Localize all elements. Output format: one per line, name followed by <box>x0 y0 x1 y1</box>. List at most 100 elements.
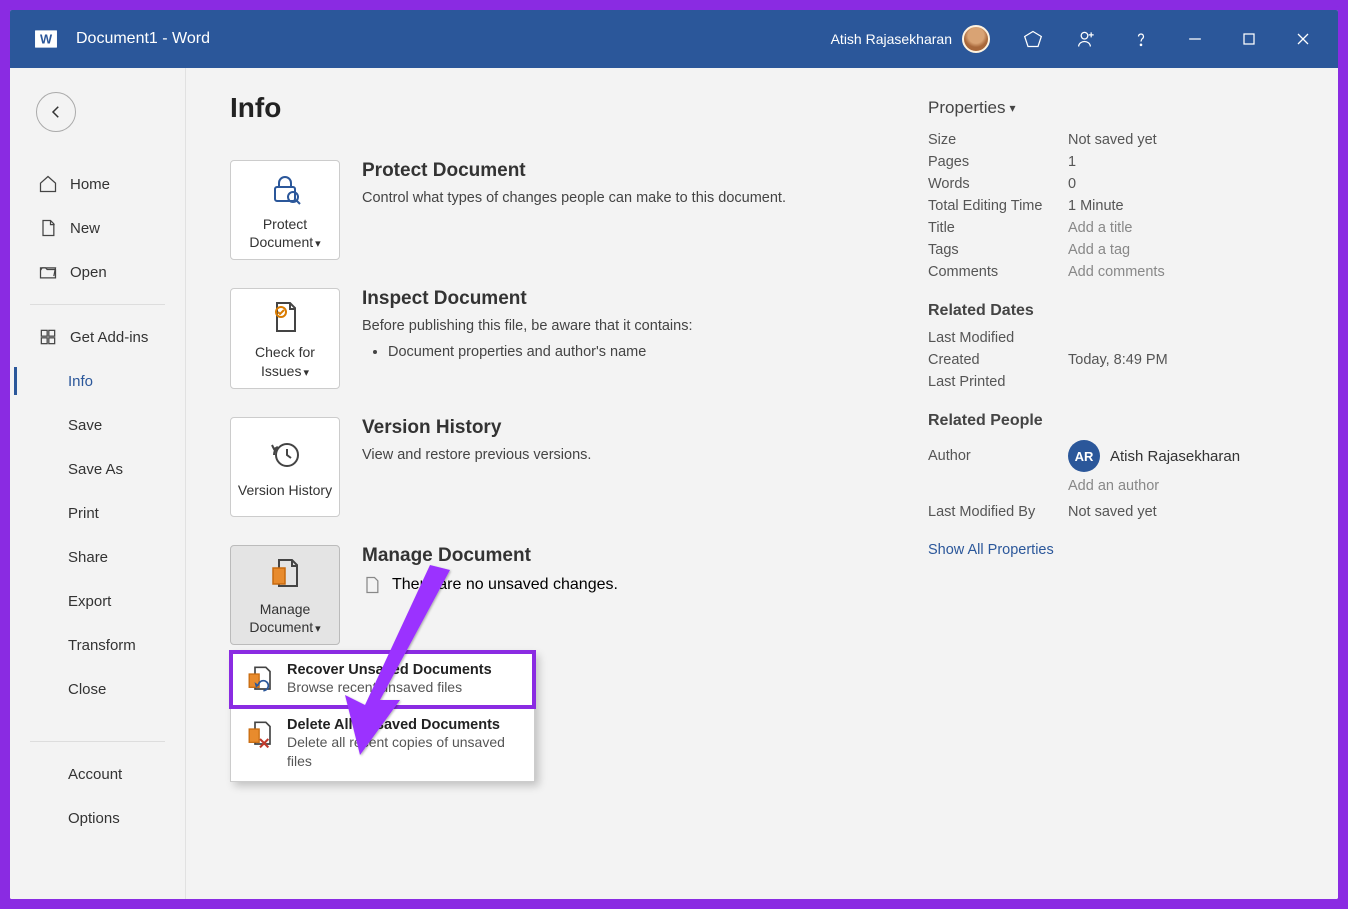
menu-item-title: Recover Unsaved Documents <box>287 662 492 678</box>
username-label: Atish Rajasekharan <box>831 31 952 47</box>
manage-desc: There are no unsaved changes. <box>392 576 618 594</box>
created-label: Created <box>928 352 1068 368</box>
pages-value: 1 <box>1068 154 1076 170</box>
sidebar-item-label: Share <box>68 549 108 566</box>
close-button[interactable] <box>1278 17 1328 61</box>
related-people-header: Related People <box>928 412 1294 430</box>
inspect-desc: Before publishing this file, be aware th… <box>362 316 910 338</box>
check-issues-button[interactable]: Check for Issues▾ <box>230 288 340 388</box>
sidebar-item-saveas[interactable]: Save As <box>10 447 185 491</box>
button-label: Version History <box>238 482 332 498</box>
tags-label: Tags <box>928 242 1068 258</box>
title-value[interactable]: Add a title <box>1068 220 1133 236</box>
protect-title: Protect Document <box>362 160 910 182</box>
premium-icon[interactable] <box>1008 17 1058 61</box>
document-check-icon <box>267 299 303 335</box>
page-title: Info <box>230 92 910 124</box>
sidebar-item-new[interactable]: New <box>10 206 185 250</box>
sidebar-item-label: Save As <box>68 461 123 478</box>
sidebar-item-open[interactable]: Open <box>10 250 185 294</box>
user-avatar[interactable] <box>962 25 990 53</box>
sidebar-item-options[interactable]: Options <box>10 796 185 840</box>
last-modified-label: Last Modified <box>928 330 1068 346</box>
recover-icon <box>245 664 275 694</box>
manage-document-menu: Recover Unsaved Documents Browse recent … <box>230 651 535 782</box>
history-icon <box>267 437 303 473</box>
author-label: Author <box>928 448 1068 464</box>
sidebar-item-label: Get Add-ins <box>70 329 148 346</box>
sidebar-item-label: Info <box>68 373 93 390</box>
sidebar-item-label: Transform <box>68 637 136 654</box>
words-label: Words <box>928 176 1068 192</box>
sidebar-item-label: Close <box>68 681 106 698</box>
size-label: Size <box>928 132 1068 148</box>
share-user-icon[interactable] <box>1062 17 1112 61</box>
svg-text:W: W <box>40 32 53 47</box>
add-author-link[interactable]: Add an author <box>1068 478 1159 494</box>
sidebar-item-label: Save <box>68 417 102 434</box>
sidebar-item-transform[interactable]: Transform <box>10 623 185 667</box>
show-all-properties-link[interactable]: Show All Properties <box>928 542 1054 558</box>
document-small-icon <box>362 575 382 595</box>
related-dates-header: Related Dates <box>928 302 1294 320</box>
sidebar-item-info[interactable]: Info <box>10 359 185 403</box>
sidebar-item-label: New <box>70 220 100 237</box>
lock-icon <box>267 171 303 207</box>
protect-document-button[interactable]: Protect Document▾ <box>230 160 340 260</box>
last-modified-by-label: Last Modified By <box>928 504 1068 520</box>
manage-title: Manage Document <box>362 545 910 567</box>
version-history-button[interactable]: Version History <box>230 417 340 517</box>
sidebar-item-label: Export <box>68 593 111 610</box>
backstage-sidebar: Home New Open Get Add-ins Info Save Save… <box>10 68 186 899</box>
properties-panel: Properties▾ SizeNot saved yet Pages1 Wor… <box>910 92 1294 875</box>
sidebar-item-addins[interactable]: Get Add-ins <box>10 315 185 359</box>
edit-time-label: Total Editing Time <box>928 198 1068 214</box>
author-avatar-icon: AR <box>1068 440 1100 472</box>
sidebar-item-print[interactable]: Print <box>10 491 185 535</box>
inspect-bullet: Document properties and author's name <box>388 344 910 360</box>
sidebar-item-label: Account <box>68 766 122 783</box>
help-icon[interactable] <box>1116 17 1166 61</box>
recover-unsaved-item[interactable]: Recover Unsaved Documents Browse recent … <box>231 652 534 707</box>
word-app-icon: W <box>30 23 62 55</box>
edit-time-value: 1 Minute <box>1068 198 1124 214</box>
inspect-title: Inspect Document <box>362 288 910 310</box>
titlebar: W Document1 - Word Atish Rajasekharan <box>10 10 1338 68</box>
versions-title: Version History <box>362 417 910 439</box>
comments-value[interactable]: Add comments <box>1068 264 1165 280</box>
sidebar-item-home[interactable]: Home <box>10 162 185 206</box>
sidebar-item-account[interactable]: Account <box>10 752 185 796</box>
button-label: Manage Document <box>249 601 313 635</box>
manage-document-button[interactable]: Manage Document▾ <box>230 545 340 645</box>
button-label: Protect Document <box>249 216 313 250</box>
tags-value[interactable]: Add a tag <box>1068 242 1130 258</box>
sidebar-item-close[interactable]: Close <box>10 667 185 711</box>
last-modified-by-value: Not saved yet <box>1068 504 1157 520</box>
created-value: Today, 8:49 PM <box>1068 352 1168 368</box>
pages-label: Pages <box>928 154 1068 170</box>
words-value: 0 <box>1068 176 1076 192</box>
back-button[interactable] <box>36 92 76 132</box>
sidebar-item-label: Open <box>70 264 107 281</box>
properties-header[interactable]: Properties▾ <box>928 98 1294 118</box>
menu-item-subtitle: Browse recent unsaved files <box>287 678 492 697</box>
versions-desc: View and restore previous versions. <box>362 445 910 467</box>
sidebar-item-share[interactable]: Share <box>10 535 185 579</box>
menu-item-subtitle: Delete all recent copies of unsaved file… <box>287 733 520 771</box>
author-name: Atish Rajasekharan <box>1110 448 1240 465</box>
document-stack-icon <box>267 556 303 592</box>
document-title: Document1 - Word <box>76 30 210 48</box>
sidebar-item-save[interactable]: Save <box>10 403 185 447</box>
protect-desc: Control what types of changes people can… <box>362 188 910 210</box>
sidebar-item-label: Options <box>68 810 120 827</box>
sidebar-item-label: Print <box>68 505 99 522</box>
maximize-button[interactable] <box>1224 17 1274 61</box>
comments-label: Comments <box>928 264 1068 280</box>
title-label: Title <box>928 220 1068 236</box>
sidebar-item-export[interactable]: Export <box>10 579 185 623</box>
minimize-button[interactable] <box>1170 17 1220 61</box>
delete-icon <box>245 719 275 749</box>
menu-item-title: Delete All Unsaved Documents <box>287 717 520 733</box>
size-value: Not saved yet <box>1068 132 1157 148</box>
delete-unsaved-item[interactable]: Delete All Unsaved Documents Delete all … <box>231 707 534 781</box>
